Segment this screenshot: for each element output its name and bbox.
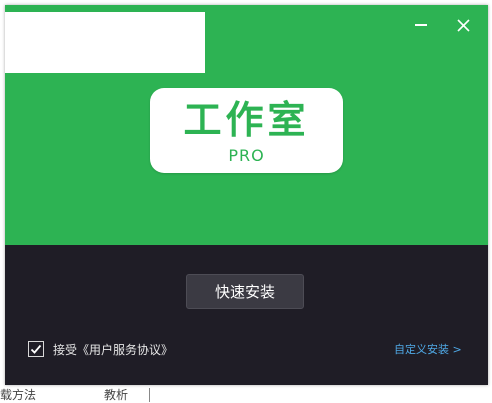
close-icon (456, 18, 470, 32)
product-logo: 工作室 PRO (150, 88, 343, 173)
install-panel: 快速安装 接受《用户服务协议》 自定义安装 > (5, 245, 488, 385)
minimize-icon (415, 24, 427, 26)
installer-window: 工作室 PRO 快速安装 接受《用户服务协议》 自定义安装 > (5, 5, 488, 385)
background-divider (149, 388, 150, 402)
background-text-mid: 教析 (104, 388, 129, 402)
agreement-row: 接受《用户服务协议》 (28, 340, 173, 358)
agree-checkbox[interactable] (28, 341, 44, 357)
banner-area: 工作室 PRO (5, 5, 488, 245)
title-placeholder (5, 12, 205, 73)
checkmark-icon (30, 344, 42, 354)
minimize-button[interactable] (409, 15, 433, 35)
logo-subtitle: PRO (228, 146, 265, 165)
logo-title: 工作室 (183, 98, 310, 142)
quick-install-button[interactable]: 快速安装 (186, 274, 304, 309)
custom-install-link[interactable]: 自定义安装 > (394, 341, 462, 357)
agreement-label[interactable]: 接受《用户服务协议》 (53, 341, 173, 358)
close-button[interactable] (451, 15, 475, 35)
background-text-left: 载方法 (0, 388, 37, 402)
